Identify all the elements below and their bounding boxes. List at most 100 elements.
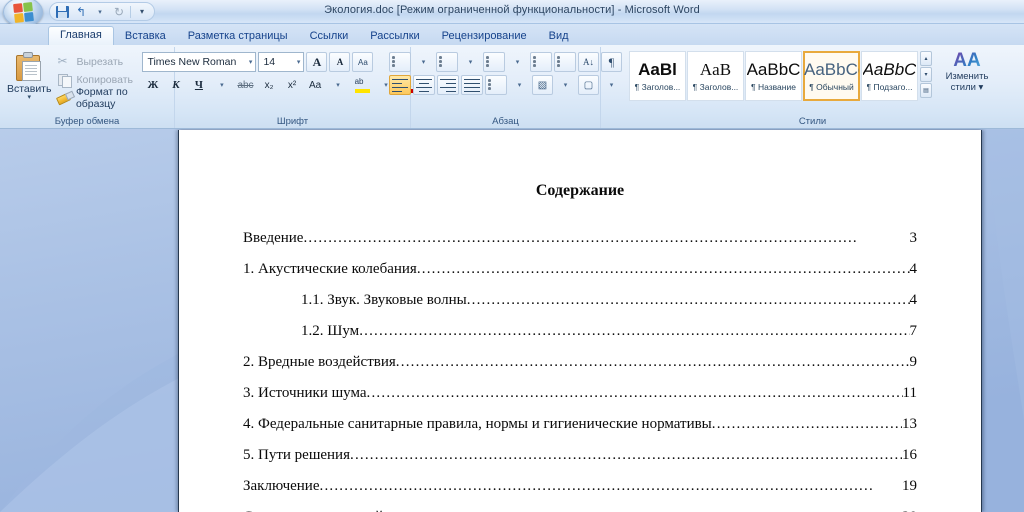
ribbon-group-styles: AaBl ¶ Заголов... AaB ¶ Заголов... AaBbC… — [600, 47, 1024, 128]
style-card-heading2[interactable]: AaB ¶ Заголов... — [687, 51, 744, 101]
toc-entry-page: 3 — [909, 230, 918, 246]
change-styles-label-line1: Изменить — [945, 71, 989, 82]
font-group-label: Шрифт — [276, 116, 309, 127]
bullets-dropdown-icon[interactable]: ▾ — [413, 52, 434, 72]
toc-entry-label: 1.2. Шум — [301, 323, 360, 339]
shading-dropdown-icon[interactable]: ▾ — [555, 75, 576, 95]
cut-label: Вырезать — [76, 55, 124, 68]
style-sample: AaB — [699, 60, 732, 79]
multilevel-dropdown-icon[interactable]: ▾ — [507, 52, 528, 72]
toc-leader-dots: ........................................… — [416, 261, 910, 277]
sort-button[interactable]: A↓ — [578, 52, 599, 72]
change-case-button[interactable]: Aa — [305, 75, 326, 95]
align-justify-button[interactable] — [461, 75, 483, 95]
font-size-input[interactable]: 14 ▾ — [258, 52, 305, 72]
toc-entry[interactable]: 1. Акустические колебания ..............… — [243, 261, 917, 278]
tab-page-layout[interactable]: Разметка страницы — [177, 28, 299, 46]
font-name-dropdown-icon[interactable]: ▾ — [249, 58, 253, 66]
styles-more-icon[interactable]: ▤ — [920, 83, 932, 98]
toc-entry[interactable]: 4. Федеральные санитарные правила, нормы… — [243, 416, 917, 433]
document-area: Содержание Введение ....................… — [0, 130, 1024, 512]
window-title: Экология.doc [Режим ограниченной функцио… — [324, 4, 700, 16]
increase-indent-icon — [557, 56, 573, 69]
tab-view[interactable]: Вид — [538, 28, 580, 46]
toc-entry[interactable]: 3. Источники шума ......................… — [243, 385, 917, 402]
styles-scroll-down-icon[interactable]: ▾ — [920, 67, 932, 82]
style-sample: AaBbC — [862, 60, 917, 79]
tab-review[interactable]: Рецензирование — [431, 28, 538, 46]
shading-button[interactable]: ▧ — [532, 75, 553, 95]
toc-leader-dots: ........................................… — [711, 416, 902, 432]
toc-leader-dots: ........................................… — [319, 478, 874, 494]
scissors-icon — [57, 54, 72, 69]
line-spacing-dropdown-icon[interactable]: ▾ — [509, 75, 530, 95]
paintbrush-icon — [57, 91, 72, 105]
paste-dropdown-icon[interactable]: ▾ — [27, 94, 31, 101]
styles-scroll-controls: ▴ ▾ ▤ — [920, 51, 932, 98]
grow-font-icon[interactable]: A — [306, 52, 328, 72]
style-card-subtitle[interactable]: AaBbC ¶ Подзаго... — [861, 51, 918, 101]
superscript-button[interactable]: x² — [282, 75, 303, 95]
underline-button[interactable]: Ч — [188, 75, 209, 95]
toc-entry-label: 1. Акустические колебания — [243, 261, 417, 277]
document-page[interactable]: Содержание Введение ....................… — [178, 130, 982, 512]
tab-mailings[interactable]: Рассылки — [359, 28, 430, 46]
increase-indent-button[interactable] — [554, 52, 576, 72]
toc-entry[interactable]: 5. Пути решения ........................… — [243, 447, 917, 464]
bullet-list-icon — [392, 56, 408, 69]
numbering-dropdown-icon[interactable]: ▾ — [460, 52, 481, 72]
align-left-button[interactable] — [389, 75, 411, 95]
bullets-button[interactable] — [389, 52, 411, 72]
styles-scroll-up-icon[interactable]: ▴ — [920, 51, 932, 66]
style-name: ¶ Заголов... — [692, 82, 739, 92]
toc-entry[interactable]: 1.2. Шум ...............................… — [243, 323, 917, 340]
sort-az-icon: A↓ — [583, 57, 594, 67]
multilevel-list-button[interactable] — [483, 52, 505, 72]
shrink-font-icon[interactable]: A — [329, 52, 351, 72]
clear-formatting-icon[interactable]: Aa — [352, 52, 374, 72]
toc-entry-label: 2. Вредные воздействия — [243, 354, 396, 370]
toc-entry-label: 3. Источники шума — [243, 385, 367, 401]
paste-button[interactable]: Вставить ▾ — [4, 50, 54, 101]
line-spacing-button[interactable] — [485, 75, 507, 95]
style-card-heading1[interactable]: AaBl ¶ Заголов... — [629, 51, 686, 101]
align-center-button[interactable] — [413, 75, 435, 95]
title-bar: ↰ ▾ ↻ ▾ Экология.doc [Режим ограниченной… — [0, 0, 1024, 27]
change-styles-button[interactable]: AA Изменить стили ▾ — [938, 51, 996, 94]
align-left-icon — [392, 78, 408, 93]
align-center-icon — [416, 78, 432, 93]
subscript-button[interactable]: x₂ — [259, 75, 280, 95]
toc-entry[interactable]: Заключение .............................… — [243, 478, 917, 495]
toc-entry[interactable]: 1.1. Звук. Звуковые волны ..............… — [243, 292, 917, 309]
toc-leader-dots: ........................................… — [350, 447, 902, 463]
highlighter-icon: ab — [354, 77, 371, 93]
font-size-value: 14 — [263, 56, 276, 68]
strikethrough-button[interactable]: abc — [234, 75, 256, 95]
copy-label: Копировать — [76, 73, 133, 86]
ribbon-tabs: Главная Вставка Разметка страницы Ссылки… — [0, 24, 1024, 46]
style-sample: AaBbCcI — [804, 60, 859, 79]
tab-insert[interactable]: Вставка — [114, 28, 177, 46]
align-right-button[interactable] — [437, 75, 459, 95]
numbering-button[interactable] — [436, 52, 458, 72]
change-styles-label-line2: стили ▾ — [950, 82, 984, 93]
tab-references[interactable]: Ссылки — [299, 28, 360, 46]
tab-home[interactable]: Главная — [48, 26, 114, 46]
borders-button[interactable]: ▢ — [578, 75, 599, 95]
ribbon-group-font: Times New Roman ▾ 14 ▾ A A Aa Ж К Ч ▾ ab… — [142, 47, 434, 128]
font-size-dropdown-icon[interactable]: ▾ — [297, 58, 301, 66]
decrease-indent-button[interactable] — [530, 52, 552, 72]
style-card-normal[interactable]: AaBbCcI ¶ Обычный — [803, 51, 860, 101]
toc-entry-label: Введение — [243, 230, 304, 246]
highlight-color-button[interactable]: ab — [351, 75, 374, 95]
toc-entry[interactable]: Введение ...............................… — [243, 230, 917, 247]
underline-dropdown-icon[interactable]: ▾ — [211, 75, 232, 95]
italic-button[interactable]: К — [165, 75, 186, 95]
change-case-dropdown-icon[interactable]: ▾ — [328, 75, 349, 95]
toc-leader-dots: ........................................… — [366, 385, 903, 401]
bold-button[interactable]: Ж — [142, 75, 163, 95]
font-name-input[interactable]: Times New Roman ▾ — [142, 52, 257, 72]
toc-entry[interactable]: 2. Вредные воздействия .................… — [243, 354, 917, 371]
toc-entry-label: 5. Пути решения — [243, 447, 350, 463]
style-card-title[interactable]: AaBbC ¶ Название — [745, 51, 802, 101]
